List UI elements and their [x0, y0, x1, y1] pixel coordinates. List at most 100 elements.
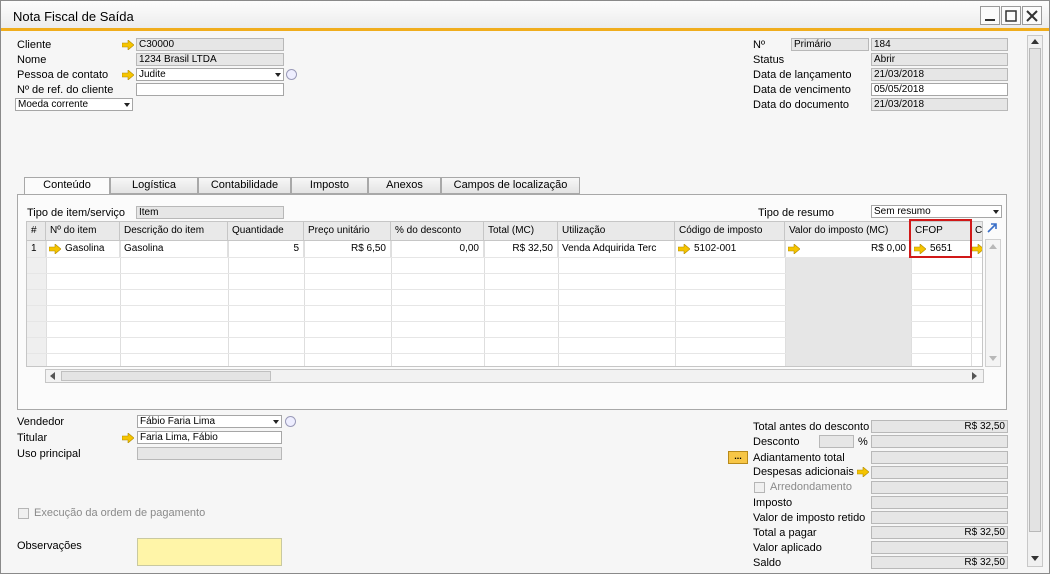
lancamento-field[interactable]: 21/03/2018: [871, 68, 1008, 81]
minimize-button[interactable]: [980, 6, 1000, 25]
contato-select[interactable]: Judite: [136, 68, 284, 81]
total-antes-label: Total antes do desconto: [753, 421, 870, 433]
vendedor-select[interactable]: Fábio Faria Lima: [137, 415, 282, 428]
vencimento-label: Data de vencimento: [753, 84, 851, 96]
scroll-thumb[interactable]: [61, 371, 271, 381]
cell-quantidade[interactable]: 5: [228, 241, 304, 257]
tab-anexos[interactable]: Anexos: [368, 177, 441, 194]
col-separator: [675, 241, 676, 366]
col-header-desconto[interactable]: % do desconto: [391, 222, 484, 241]
title-bar: Nota Fiscal de Saída: [1, 1, 1049, 31]
saldo-field: R$ 32,50: [871, 556, 1008, 569]
adiantamento-label: Adiantamento total: [753, 452, 845, 464]
col-header-total[interactable]: Total (MC): [484, 222, 558, 241]
col-separator: [228, 241, 229, 366]
link-arrow-icon[interactable]: [678, 244, 690, 254]
tipo-resumo-value: Sem resumo: [874, 206, 931, 217]
scroll-right-icon: [972, 372, 977, 380]
tab-campos-localizacao[interactable]: Campos de localização: [441, 177, 580, 194]
cell-item[interactable]: Gasolina: [61, 241, 120, 257]
status-field: Abrir: [871, 53, 1008, 66]
col-separator: [785, 241, 786, 366]
cell-descricao[interactable]: Gasolina: [120, 241, 228, 257]
chevron-down-icon: [273, 420, 279, 424]
link-arrow-icon[interactable]: [122, 40, 134, 50]
cell-num[interactable]: 1: [27, 241, 46, 257]
row-divider: [27, 257, 982, 258]
desconto-value-field[interactable]: [871, 435, 1008, 448]
uso-label: Uso principal: [17, 448, 81, 460]
arredondamento-checkbox[interactable]: [754, 482, 765, 493]
col-header-next[interactable]: C: [971, 222, 982, 241]
cell-total[interactable]: R$ 32,50: [484, 241, 558, 257]
maximize-button[interactable]: [1001, 6, 1021, 25]
col-header-num[interactable]: #: [27, 222, 46, 241]
close-icon: [1026, 10, 1038, 22]
nome-field[interactable]: 1234 Brasil LTDA: [136, 53, 284, 66]
documento-field[interactable]: 21/03/2018: [871, 98, 1008, 111]
list-icon[interactable]: [286, 69, 297, 80]
cell-desconto[interactable]: 0,00: [391, 241, 484, 257]
moeda-select[interactable]: Moeda corrente: [15, 98, 133, 111]
link-arrow-icon[interactable]: [49, 244, 61, 254]
vencimento-field[interactable]: 05/05/2018: [871, 83, 1008, 96]
total-pagar-label: Total a pagar: [753, 527, 817, 539]
arredondamento-field: [871, 481, 1008, 494]
titular-field[interactable]: Faria Lima, Fábio: [137, 431, 282, 444]
col-header-item[interactable]: Nº do item: [46, 222, 120, 241]
scroll-left-icon: [50, 372, 55, 380]
col-header-valor-imposto[interactable]: Valor do imposto (MC): [785, 222, 911, 241]
aplicado-field: [871, 541, 1008, 554]
col-header-descricao[interactable]: Descrição do item: [120, 222, 228, 241]
observacoes-textarea[interactable]: [137, 538, 282, 566]
uso-field[interactable]: [137, 447, 282, 460]
cliente-label: Cliente: [17, 39, 52, 51]
documento-label: Data do documento: [753, 99, 850, 111]
cliente-field[interactable]: C30000: [136, 38, 284, 51]
cell-codigo[interactable]: 5102-001: [690, 241, 785, 257]
grid-horizontal-scrollbar[interactable]: [45, 369, 984, 383]
col-header-quantidade[interactable]: Quantidade: [228, 222, 304, 241]
execucao-checkbox[interactable]: [18, 508, 29, 519]
row-divider: [27, 273, 982, 274]
main-vertical-scrollbar[interactable]: [1027, 35, 1043, 567]
lancamento-label: Data de lançamento: [753, 69, 852, 81]
list-icon[interactable]: [285, 416, 296, 427]
ref-field[interactable]: [136, 83, 284, 96]
cell-utilizacao[interactable]: Venda Adquirida Terc: [558, 241, 675, 257]
link-arrow-icon[interactable]: [122, 70, 134, 80]
tipo-resumo-select[interactable]: Sem resumo: [871, 205, 1002, 218]
retido-label: Valor de imposto retido: [753, 512, 866, 524]
tab-imposto[interactable]: Imposto: [291, 177, 368, 194]
imposto-label: Imposto: [753, 497, 793, 509]
adiantamento-field: [871, 451, 1008, 464]
close-button[interactable]: [1022, 6, 1042, 25]
link-arrow-icon[interactable]: [972, 244, 983, 254]
col-separator: [391, 241, 392, 366]
cell-preco[interactable]: R$ 6,50: [304, 241, 391, 257]
col-header-utilizacao[interactable]: Utilização: [558, 222, 675, 241]
grid-vertical-scrollbar[interactable]: [985, 239, 1001, 367]
tab-logistica[interactable]: Logística: [110, 177, 198, 194]
scroll-down-icon: [1031, 556, 1039, 561]
link-arrow-icon[interactable]: [122, 433, 134, 443]
no-field[interactable]: 184: [871, 38, 1008, 51]
expand-icon[interactable]: [985, 221, 999, 235]
tab-contabilidade[interactable]: Contabilidade: [198, 177, 291, 194]
tab-conteudo[interactable]: Conteúdo: [24, 177, 110, 195]
nome-label: Nome: [17, 54, 47, 66]
col-header-preco[interactable]: Preço unitário: [304, 222, 391, 241]
link-arrow-icon[interactable]: [788, 244, 800, 254]
moeda-value: Moeda corrente: [18, 99, 89, 110]
tipo-item-field[interactable]: Item: [136, 206, 284, 219]
col-header-codigo[interactable]: Código de imposto: [675, 222, 785, 241]
minimize-icon: [985, 19, 995, 21]
adiantamento-button[interactable]: ...: [728, 451, 748, 464]
link-arrow-icon[interactable]: [857, 467, 869, 477]
serie-select[interactable]: Primário: [791, 38, 869, 51]
desconto-pct-field[interactable]: [819, 435, 854, 448]
scroll-thumb[interactable]: [1029, 48, 1041, 532]
contato-label: Pessoa de contato: [17, 69, 109, 81]
cell-valor-imposto[interactable]: R$ 0,00: [800, 241, 911, 257]
col-separator: [484, 241, 485, 366]
